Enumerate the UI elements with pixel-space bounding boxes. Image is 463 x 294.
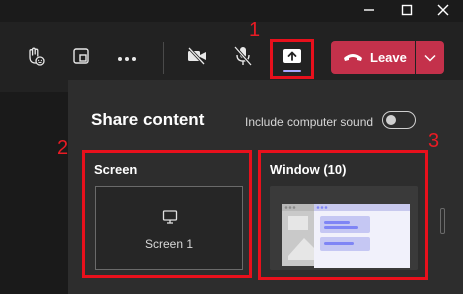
mic-muted-icon <box>233 45 253 72</box>
raise-hand-button[interactable] <box>20 44 50 72</box>
leave-button[interactable]: Leave <box>331 41 415 74</box>
share-content-panel: Share content Include computer sound Scr… <box>68 80 463 294</box>
screen-section: Screen Screen 1 <box>82 150 252 278</box>
raise-hand-icon <box>24 45 46 72</box>
callout-number-1: 1 <box>249 19 261 41</box>
include-sound-toggle[interactable] <box>382 111 416 129</box>
callout-number-3: 3 <box>428 130 440 152</box>
window-section-title: Window (10) <box>270 162 347 177</box>
minimize-icon[interactable] <box>360 2 378 18</box>
screen-1-tile[interactable]: Screen 1 <box>95 186 243 270</box>
monitor-icon <box>162 209 178 230</box>
window-preview-illustration <box>270 186 418 270</box>
more-options-icon <box>117 49 137 67</box>
view-layout-icon <box>71 46 91 71</box>
panel-scrollbar-thumb[interactable] <box>440 208 445 234</box>
hang-up-icon <box>343 50 363 65</box>
close-icon[interactable] <box>434 2 452 18</box>
panel-title: Share content <box>91 110 205 129</box>
screen-1-label: Screen 1 <box>144 237 194 251</box>
screen-section-title: Screen <box>94 162 138 177</box>
meeting-stage <box>0 92 68 294</box>
leave-options-dropdown[interactable] <box>416 41 444 74</box>
share-tray-icon <box>282 48 302 71</box>
window-section: Window (10) <box>258 150 428 280</box>
callout-number-2: 2 <box>57 137 69 159</box>
camera-off-icon <box>186 46 208 70</box>
camera-off-button[interactable] <box>182 44 212 72</box>
more-options-button[interactable] <box>112 44 142 72</box>
leave-label: Leave <box>370 50 407 65</box>
maximize-icon[interactable] <box>398 2 416 18</box>
share-content-button[interactable] <box>270 39 314 79</box>
view-button[interactable] <box>66 44 96 72</box>
toggle-knob <box>386 114 396 125</box>
title-bar <box>0 0 463 22</box>
include-sound-label: Include computer sound <box>245 115 374 129</box>
active-indicator <box>283 70 301 72</box>
chevron-down-icon <box>424 49 436 67</box>
window-tile[interactable] <box>270 186 418 270</box>
mic-muted-button[interactable] <box>228 44 258 72</box>
toolbar-divider <box>163 42 164 74</box>
